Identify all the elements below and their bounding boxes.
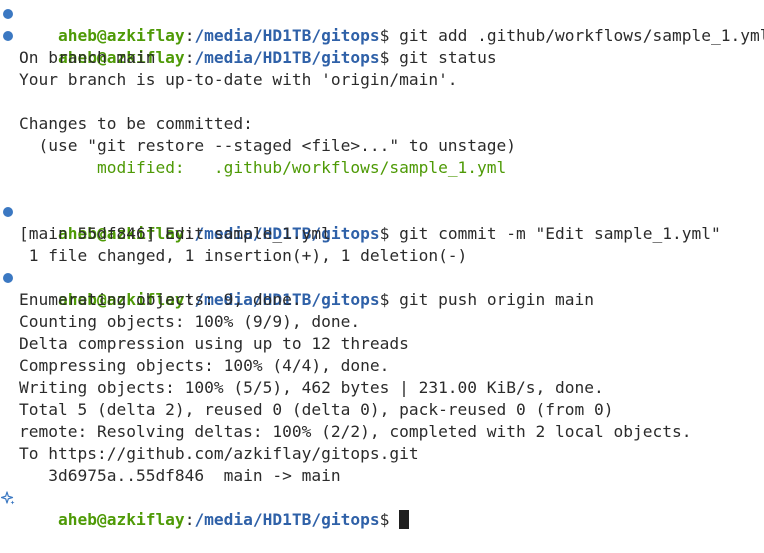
prompt-path: /media/HD1TB/gitops — [194, 510, 380, 529]
output-line: Total 5 (delta 2), reused 0 (delta 0), p… — [19, 400, 614, 419]
output-line: 1 file changed, 1 insertion(+), 1 deleti… — [19, 246, 468, 265]
output-line: Delta compression using up to 12 threads — [19, 334, 409, 353]
command-marker[interactable] — [1, 201, 15, 223]
output-line: [main 55df846] Edit sample_1.yml — [19, 224, 331, 243]
command-line: aheb@azkiflay:/media/HD1TB/gitops$ git a… — [0, 3, 764, 45]
terminal-output[interactable]: aheb@azkiflay:/media/HD1TB/gitops$ git a… — [0, 3, 764, 529]
output-line: On branch main — [19, 48, 156, 67]
output-line: Compressing objects: 100% (4/4), done. — [19, 356, 390, 375]
output-line: Changes to be committed: — [19, 114, 253, 133]
block-cursor[interactable] — [399, 510, 410, 529]
blue-dot-icon — [3, 9, 13, 19]
output-line: To https://github.com/azkiflay/gitops.gi… — [19, 444, 419, 463]
prompt-symbol: $ — [379, 510, 400, 529]
current-prompt-marker[interactable] — [1, 487, 15, 509]
command-marker[interactable] — [1, 3, 15, 25]
prompt-user-host: aheb@azkiflay — [57, 510, 185, 529]
output-line-staged: modified: .github/workflows/sample_1.yml — [0, 157, 764, 179]
blue-dot-icon — [3, 207, 13, 217]
blue-dot-icon — [3, 273, 13, 283]
output-line: 3d6975a..55df846 main -> main — [19, 466, 341, 485]
command-marker[interactable] — [1, 267, 15, 289]
sparkle-icon — [1, 491, 15, 505]
output-line: Writing objects: 100% (5/5), 462 bytes |… — [19, 378, 604, 397]
command-line: aheb@azkiflay:/media/HD1TB/gitops$ git p… — [0, 267, 764, 309]
staged-file: modified: .github/workflows/sample_1.yml — [96, 158, 507, 177]
blue-dot-icon — [3, 31, 13, 41]
output-line: Enumerating objects: 9, done. — [19, 290, 302, 309]
current-prompt-line[interactable]: aheb@azkiflay:/media/HD1TB/gitops$ — [0, 487, 764, 529]
output-line: Counting objects: 100% (9/9), done. — [19, 312, 361, 331]
command-line: aheb@azkiflay:/media/HD1TB/gitops$ git c… — [0, 201, 764, 243]
output-line: Your branch is up-to-date with 'origin/m… — [19, 70, 458, 89]
output-line: (use "git restore --staged <file>..." to… — [19, 136, 517, 155]
output-line: remote: Resolving deltas: 100% (2/2), co… — [19, 422, 692, 441]
prompt-separator: : — [184, 510, 195, 529]
command-line: aheb@azkiflay:/media/HD1TB/gitops$ git s… — [0, 25, 764, 67]
command-marker[interactable] — [1, 25, 15, 47]
